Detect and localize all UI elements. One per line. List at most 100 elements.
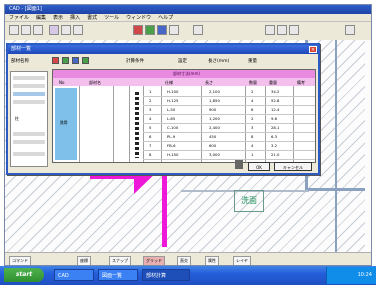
cell-length: 450 xyxy=(209,134,217,139)
system-tray-clock[interactable]: 10:24 xyxy=(326,267,376,284)
toolbar xyxy=(5,22,371,41)
grid-line xyxy=(161,86,162,162)
tree-item[interactable] xyxy=(13,152,45,156)
new-file-icon[interactable] xyxy=(9,25,19,35)
red-flag-icon[interactable] xyxy=(52,57,59,64)
menu-item-edit[interactable]: 編集 xyxy=(36,14,46,21)
rect-tool-icon[interactable] xyxy=(157,25,167,35)
cell-spec: L-50 xyxy=(167,107,176,112)
menu-item-format[interactable]: 書式 xyxy=(87,14,97,21)
label-length: 長さ(mm) xyxy=(208,59,230,64)
selected-group-cell[interactable]: 鉄骨 xyxy=(55,88,77,160)
cell-no: 2 xyxy=(149,98,152,103)
grid-line xyxy=(79,86,80,162)
ok-button[interactable]: OK xyxy=(248,162,270,171)
taskbar-item[interactable]: CAD xyxy=(54,269,94,281)
cell-no: 1 xyxy=(149,89,152,94)
cell-weight: 3.2 xyxy=(271,143,278,148)
taskbar-item-active[interactable]: 部材計算 xyxy=(142,269,190,281)
group-header-label: 部材寸法(mm) xyxy=(173,71,200,76)
menu-item-view[interactable]: 表示 xyxy=(53,14,63,21)
grid-line xyxy=(265,86,266,162)
cell-length: 600 xyxy=(209,143,217,148)
help-icon[interactable] xyxy=(345,25,355,35)
copy-icon[interactable] xyxy=(73,25,83,35)
green-flag-icon[interactable] xyxy=(62,57,69,64)
save-icon[interactable] xyxy=(33,25,43,35)
col-name[interactable]: 部材名 xyxy=(89,80,101,86)
zoom-in-icon[interactable] xyxy=(265,25,275,35)
room-label: 洗面 xyxy=(241,196,257,205)
cell-spec: C-100 xyxy=(167,125,179,130)
cell-spec: H-100 xyxy=(167,89,179,94)
cmd-ortho[interactable]: 直交 xyxy=(177,256,191,265)
cmd-attribute[interactable]: 属性 xyxy=(205,256,219,265)
cell-spec: PL-9 xyxy=(167,134,176,139)
group-cell-label: 鉄骨 xyxy=(60,120,68,125)
dialog-toolbar: 部材名称 計算条件 設定 長さ(mm) 重量 xyxy=(8,54,318,70)
col-weight[interactable]: 重量 xyxy=(269,80,277,86)
cell-qty: 2 xyxy=(251,116,254,121)
tree-item[interactable] xyxy=(13,100,45,104)
cell-spec: H-125 xyxy=(167,98,179,103)
zoom-out-icon[interactable] xyxy=(277,25,287,35)
tree-item[interactable] xyxy=(13,92,45,96)
cell-weight: 6.3 xyxy=(271,134,278,139)
cell-qty: 2 xyxy=(251,89,254,94)
cell-weight: 12.4 xyxy=(271,107,280,112)
menu-item-tools[interactable]: ツール xyxy=(104,14,119,21)
member-list-dialog: 部材一覧 × 部材名称 計算条件 設定 長さ(mm) 重量 柱 部材寸法(mm)… xyxy=(6,43,320,175)
cell-qty: 4 xyxy=(251,98,254,103)
cmd-snap[interactable]: スナップ xyxy=(109,256,131,265)
cell-no: 6 xyxy=(149,134,152,139)
cmd-layer[interactable]: レイヤ xyxy=(233,256,251,265)
cell-weight: 28.1 xyxy=(271,125,280,130)
start-button[interactable]: start xyxy=(4,268,44,282)
cell-length: 2,400 xyxy=(209,125,220,130)
col-length[interactable]: 長さ xyxy=(205,80,213,86)
menu-item-file[interactable]: ファイル xyxy=(9,14,29,21)
grid-line xyxy=(293,86,294,162)
cell-spec: L-65 xyxy=(167,116,176,121)
col-note[interactable]: 備考 xyxy=(297,80,305,86)
line-tool-icon[interactable] xyxy=(133,25,143,35)
open-file-icon[interactable] xyxy=(21,25,31,35)
taskbar-item[interactable]: 図面一覧 xyxy=(98,269,138,281)
cell-no: 4 xyxy=(149,116,152,121)
pan-icon[interactable] xyxy=(289,25,299,35)
menu-item-window[interactable]: ウィンドウ xyxy=(126,14,151,21)
cmd-grid[interactable]: グリッド xyxy=(143,256,165,265)
col-spec[interactable]: 仕様 xyxy=(165,80,173,86)
cmd-command[interactable]: コマンド xyxy=(9,256,31,265)
print-icon[interactable] xyxy=(49,25,59,35)
member-tree[interactable]: 柱 xyxy=(10,71,48,167)
close-icon[interactable]: × xyxy=(309,46,317,53)
text-tool-icon[interactable] xyxy=(169,25,179,35)
menu-item-insert[interactable]: 挿入 xyxy=(70,14,80,21)
dimension-tool-icon[interactable] xyxy=(193,25,203,35)
check-icon[interactable] xyxy=(82,57,89,64)
cell-weight: 52.8 xyxy=(271,98,280,103)
cell-no: 5 xyxy=(149,125,152,130)
cell-no: 8 xyxy=(149,152,152,157)
member-table[interactable]: 部材寸法(mm) No 部材名 仕様 長さ 数量 重量 備考 鉄骨 1 H-10… xyxy=(52,69,316,163)
blue-flag-icon[interactable] xyxy=(72,57,79,64)
tree-item[interactable] xyxy=(13,76,45,80)
col-no[interactable]: No xyxy=(59,80,64,85)
cancel-button[interactable]: キャンセル xyxy=(274,162,312,171)
grid-line xyxy=(113,86,114,162)
menu-item-help[interactable]: ヘルプ xyxy=(158,14,173,21)
dialog-buttons: OK キャンセル xyxy=(240,162,316,173)
cmd-coordinates[interactable]: 座標 xyxy=(77,256,91,265)
cell-qty: 4 xyxy=(251,143,254,148)
command-bar: コマンド 座標 スナップ グリッド 直交 属性 レイヤ xyxy=(5,252,371,265)
dialog-title: 部材一覧 xyxy=(8,45,318,54)
arc-tool-icon[interactable] xyxy=(145,25,155,35)
cell-qty: 3 xyxy=(251,125,254,130)
col-qty[interactable]: 数量 xyxy=(249,80,257,86)
cut-icon[interactable] xyxy=(61,25,71,35)
tree-item[interactable] xyxy=(13,84,45,88)
tree-item[interactable] xyxy=(13,140,45,144)
tree-item[interactable] xyxy=(13,132,45,136)
label-calc-condition: 計算条件 xyxy=(126,59,144,64)
